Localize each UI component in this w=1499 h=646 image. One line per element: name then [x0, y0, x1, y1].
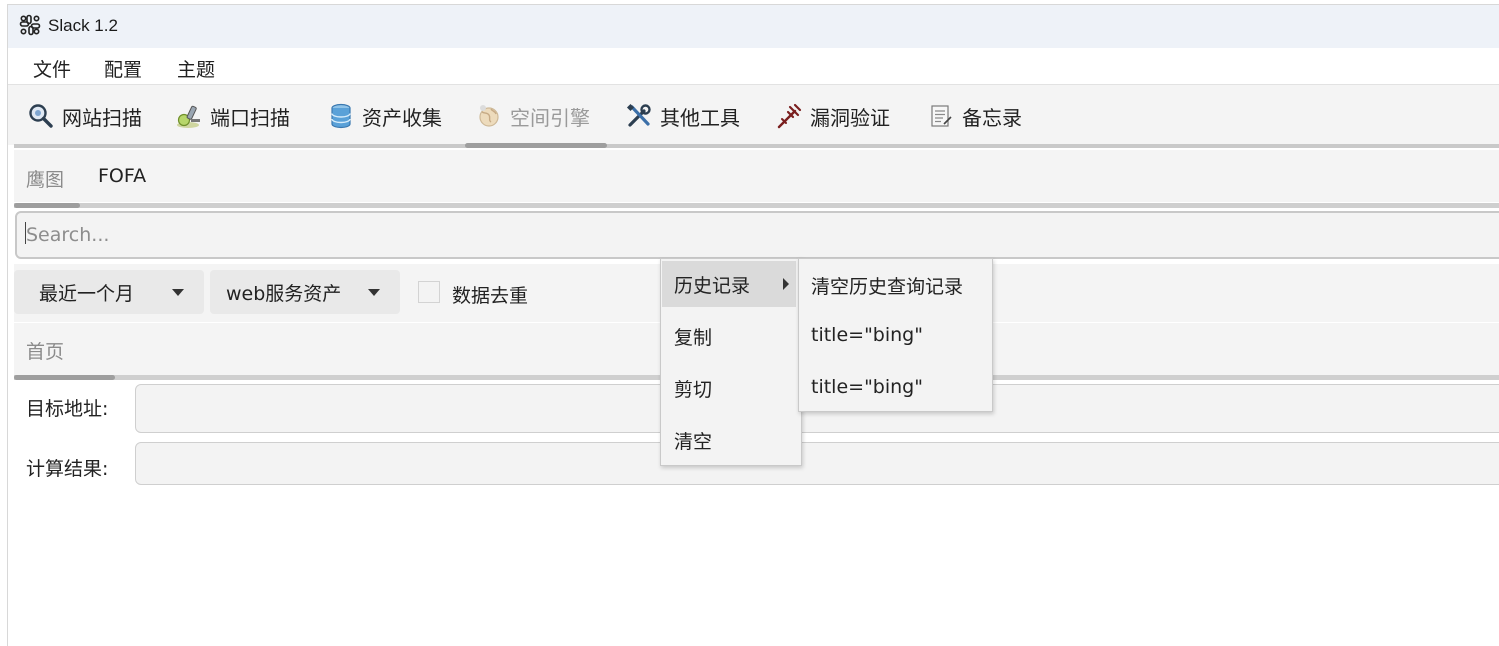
tool-port-scan[interactable]: 端口扫描 [176, 100, 290, 132]
tab-fofa[interactable]: FOFA [98, 165, 146, 187]
calc-result-label: 计算结果: [26, 458, 109, 480]
tool-memo[interactable]: 备忘录 [928, 100, 1022, 132]
tool-label: 漏洞验证 [810, 105, 890, 130]
engine-tab-indicator [14, 203, 80, 208]
menu-bar [8, 48, 1499, 85]
asset-type-value: web服务资产 [226, 282, 342, 305]
dedupe-checkbox[interactable] [418, 281, 440, 303]
trident-icon [777, 103, 802, 129]
menu-config[interactable]: 配置 [104, 55, 142, 82]
tool-label: 端口扫描 [210, 105, 290, 130]
context-menu-history[interactable]: 历史记录 [662, 261, 796, 307]
engine-tab-track [14, 203, 1499, 208]
search-input[interactable] [15, 211, 1499, 259]
context-menu-clear[interactable]: 清空 [662, 417, 796, 463]
context-menu-copy[interactable]: 复制 [662, 313, 796, 359]
microscope-icon [177, 105, 200, 128]
menu-file[interactable]: 文件 [33, 55, 71, 82]
tool-label: 备忘录 [962, 105, 1022, 130]
toolbar-tab-indicator [465, 143, 607, 148]
context-menu-cut[interactable]: 剪切 [662, 365, 796, 411]
tool-label: 空间引擎 [510, 105, 590, 130]
chevron-down-icon [172, 289, 184, 296]
window-title: Slack 1.2 [48, 16, 118, 35]
context-menu-label: 历史记录 [674, 274, 751, 297]
results-tab-indicator [14, 375, 115, 380]
tool-asset-collect[interactable]: 资产收集 [328, 100, 442, 132]
tab-hunter[interactable]: 鹰图 [26, 165, 64, 192]
title-bar[interactable] [8, 5, 1499, 48]
dedupe-label: 数据去重 [452, 285, 529, 307]
calc-result-field[interactable] [135, 442, 1499, 485]
chevron-down-icon [368, 289, 380, 296]
tool-label: 其他工具 [660, 105, 740, 130]
database-icon [331, 103, 351, 129]
tab-home[interactable]: 首页 [26, 337, 64, 364]
clear-history-item[interactable]: 清空历史查询记录 [811, 272, 963, 299]
text-caret [25, 222, 26, 244]
tools-icon [626, 103, 651, 127]
tool-vuln-verify[interactable]: 漏洞验证 [776, 100, 890, 132]
notepad-icon [931, 105, 952, 127]
globe-icon [479, 105, 499, 127]
chevron-right-icon [783, 278, 789, 290]
tool-space-engine[interactable]: 空间引擎 [476, 100, 590, 132]
toolbar-scroll-track [14, 144, 1499, 148]
tool-label: 资产收集 [362, 105, 442, 130]
magnifier-icon [29, 104, 53, 128]
app-logo-icon [19, 14, 41, 36]
time-range-value: 最近一个月 [39, 282, 135, 305]
tool-label: 网站扫描 [62, 105, 142, 130]
tool-website-scan[interactable]: 网站扫描 [28, 100, 142, 132]
history-entry[interactable]: title="bing" [811, 376, 923, 398]
tool-other-tools[interactable]: 其他工具 [626, 100, 740, 132]
engine-tabbar [14, 150, 1499, 202]
target-address-label: 目标地址: [26, 398, 109, 420]
history-entry[interactable]: title="bing" [811, 324, 923, 346]
context-menu-label: 复制 [674, 326, 713, 349]
menu-theme[interactable]: 主题 [177, 55, 215, 82]
context-menu-label: 清空 [674, 430, 713, 453]
context-menu-label: 剪切 [674, 378, 713, 401]
asset-type-select[interactable]: web服务资产 [210, 270, 400, 314]
time-range-select[interactable]: 最近一个月 [14, 270, 204, 314]
